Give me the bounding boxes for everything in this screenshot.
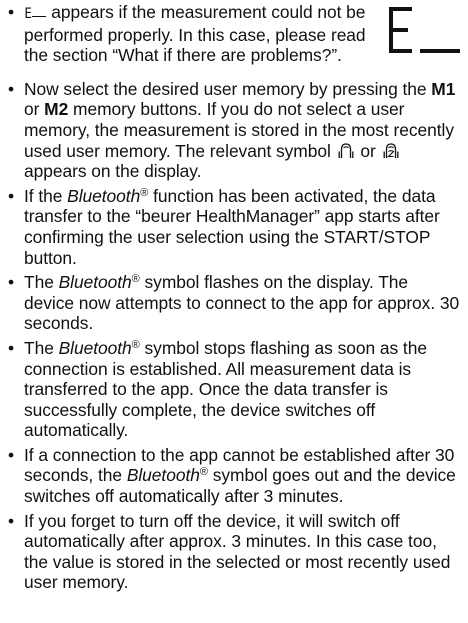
bullet: • bbox=[8, 78, 15, 99]
memory-text-1: Now select the desired user memory by pr… bbox=[24, 78, 427, 99]
list-item-bluetooth-stops: • The Bluetooth® symbol stops flashing a… bbox=[8, 338, 462, 441]
bluetooth-term: Bluetooth bbox=[58, 272, 132, 293]
user-2-icon bbox=[383, 142, 399, 158]
bullet: • bbox=[8, 2, 15, 22]
bullet: • bbox=[8, 185, 15, 206]
bt-flashes-text-1: The bbox=[24, 272, 54, 293]
bullet: • bbox=[8, 444, 15, 465]
registered-mark: ® bbox=[131, 338, 140, 351]
memory-or-1: or bbox=[24, 99, 40, 120]
list-item-auto-off: • If you forget to turn off the device, … bbox=[8, 511, 462, 593]
manual-page: • E appears if the measurement could not… bbox=[0, 0, 468, 623]
bullet: • bbox=[8, 510, 15, 531]
registered-mark: ® bbox=[199, 466, 208, 479]
bullet: • bbox=[8, 272, 15, 293]
registered-mark: ® bbox=[131, 273, 140, 286]
bluetooth-term: Bluetooth bbox=[67, 185, 141, 206]
bullet: • bbox=[8, 337, 15, 358]
error-code-underscore bbox=[32, 16, 47, 17]
memory-or-2: or bbox=[360, 140, 376, 161]
registered-mark: ® bbox=[140, 186, 149, 199]
error-code-text: appears if the measurement could not be … bbox=[24, 2, 366, 66]
bt-stops-text-1: The bbox=[24, 337, 54, 358]
m1-label: M1 bbox=[431, 78, 456, 99]
list-item-error-code: • E appears if the measurement could not… bbox=[8, 2, 374, 66]
auto-off-text: If you forget to turn off the device, it… bbox=[24, 510, 451, 593]
list-item-bluetooth-activated: • If the Bluetooth® function has been ac… bbox=[8, 186, 462, 268]
list-item-select-memory: • Now select the desired user memory by … bbox=[8, 79, 462, 182]
bt-activated-text-1: If the bbox=[24, 185, 63, 206]
memory-text-3: appears on the display. bbox=[24, 161, 202, 182]
list-item-bluetooth-fail: • If a connection to the app cannot be e… bbox=[8, 445, 462, 507]
error-display-symbol bbox=[389, 7, 460, 53]
bluetooth-term: Bluetooth bbox=[126, 465, 200, 486]
user-1-icon bbox=[338, 142, 354, 158]
bluetooth-term: Bluetooth bbox=[58, 337, 132, 358]
list-item-bluetooth-flashes: • The Bluetooth® symbol flashes on the d… bbox=[8, 272, 462, 334]
error-code-glyph: E bbox=[24, 6, 32, 22]
m2-label: M2 bbox=[44, 99, 69, 120]
instruction-list: • E appears if the measurement could not… bbox=[8, 2, 462, 597]
